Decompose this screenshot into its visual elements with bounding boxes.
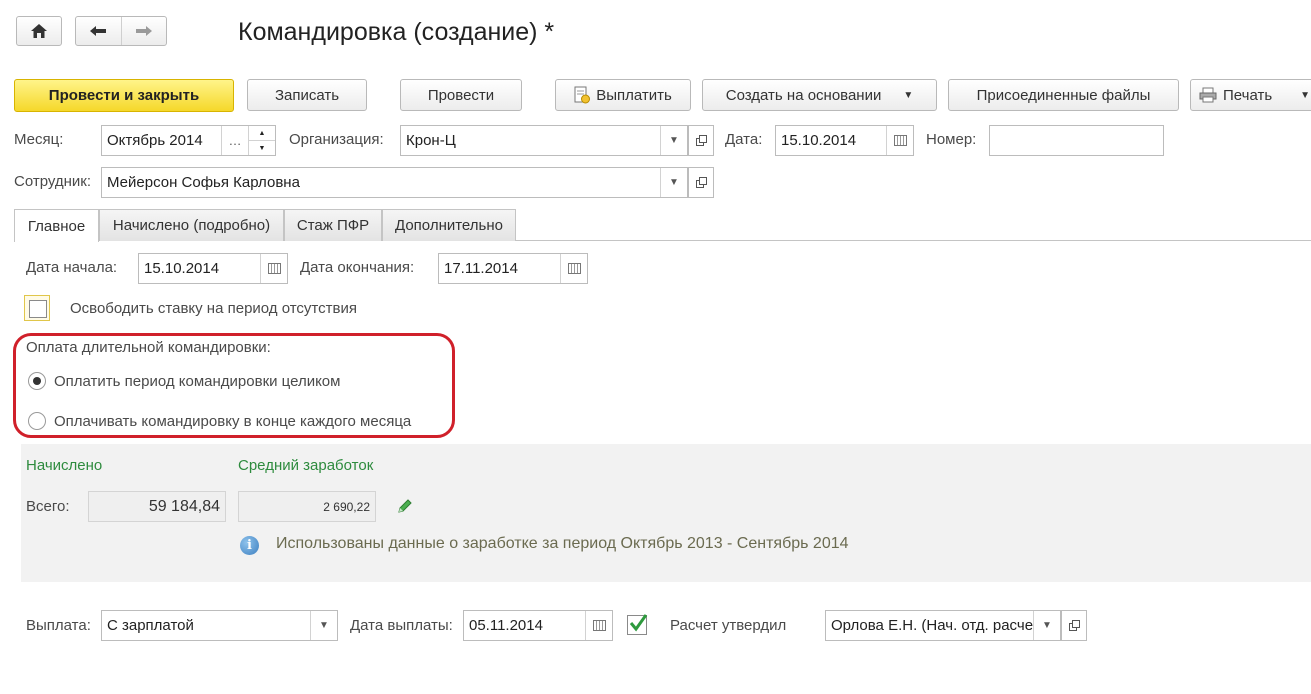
- checkbox-box: [29, 300, 47, 318]
- page-title: Командировка (создание) *: [238, 18, 555, 46]
- post-and-close-button[interactable]: Провести и закрыть: [14, 79, 234, 112]
- number-field[interactable]: [989, 125, 1164, 156]
- payment-group-label: Оплата длительной командировки:: [26, 339, 271, 356]
- create-based-on-label: Создать на основании: [725, 86, 882, 104]
- print-button[interactable]: Печать ▼: [1190, 79, 1311, 111]
- approved-checkbox[interactable]: [627, 614, 648, 635]
- employee-value: Мейерсон Софья Карловна: [107, 174, 300, 191]
- radio-pay-whole-period[interactable]: [28, 372, 46, 390]
- pay-date-value: 05.11.2014: [469, 617, 543, 634]
- dropdown-arrow-icon: ▼: [1300, 89, 1311, 101]
- dropdown-arrow-icon[interactable]: ▼: [660, 126, 687, 155]
- print-button-label: Печать: [1223, 86, 1273, 104]
- open-form-icon: [695, 177, 707, 188]
- average-earnings-field: 2 690,22: [238, 491, 376, 522]
- stepper-up-icon[interactable]: ▲: [249, 126, 275, 141]
- employee-field[interactable]: Мейерсон Софья Карловна ▼: [101, 167, 688, 198]
- organization-open-button[interactable]: [688, 125, 714, 156]
- dropdown-arrow-icon[interactable]: ▼: [660, 168, 687, 197]
- month-select-button[interactable]: …: [221, 126, 248, 155]
- start-date-field[interactable]: 15.10.2014: [138, 253, 288, 284]
- dropdown-arrow-icon: ▼: [903, 89, 914, 101]
- accrued-title: Начислено: [26, 457, 103, 474]
- dropdown-arrow-icon[interactable]: ▼: [310, 611, 337, 640]
- edit-pencil-icon[interactable]: [397, 498, 415, 516]
- history-nav: [75, 16, 167, 46]
- end-date-field[interactable]: 17.11.2014: [438, 253, 588, 284]
- tab-pfr-experience[interactable]: Стаж ПФР: [284, 209, 382, 241]
- attached-files-button[interactable]: Присоединенные файлы: [948, 79, 1179, 111]
- month-label: Месяц:: [14, 131, 64, 148]
- checkmark-icon: [629, 614, 648, 632]
- approver-open-button[interactable]: [1061, 610, 1087, 641]
- radio-pay-monthly[interactable]: [28, 412, 46, 430]
- open-form-icon: [695, 135, 707, 146]
- pay-whole-period-label[interactable]: Оплатить период командировки целиком: [54, 373, 340, 390]
- employee-open-button[interactable]: [688, 167, 714, 198]
- payment-field[interactable]: С зарплатой ▼: [101, 610, 338, 641]
- pay-button[interactable]: Выплатить: [555, 79, 691, 111]
- approver-value: Орлова Е.Н. (Нач. отд. расче: [831, 617, 1033, 634]
- back-button[interactable]: [76, 17, 122, 45]
- total-label: Всего:: [26, 498, 70, 515]
- average-earnings-title[interactable]: Средний заработок: [238, 457, 373, 474]
- start-date-value: 15.10.2014: [144, 260, 220, 277]
- average-earnings-value: 2 690,22: [323, 499, 370, 514]
- document-pay-icon: [574, 86, 591, 104]
- post-button[interactable]: Провести: [400, 79, 522, 111]
- tab-main-underline: [15, 240, 98, 241]
- start-date-label: Дата начала:: [26, 259, 118, 276]
- payment-value: С зарплатой: [107, 617, 194, 634]
- dropdown-arrow-icon[interactable]: ▼: [1033, 611, 1060, 640]
- month-field[interactable]: Октябрь 2014 … ▲ ▼: [101, 125, 276, 156]
- pay-monthly-label[interactable]: Оплачивать командировку в конце каждого …: [54, 413, 411, 430]
- home-button[interactable]: [16, 16, 62, 46]
- employee-label: Сотрудник:: [14, 173, 92, 190]
- tab-main[interactable]: Главное: [14, 209, 99, 242]
- forward-button[interactable]: [122, 17, 166, 45]
- total-value-field: 59 184,84: [88, 491, 226, 522]
- calendar-button[interactable]: [585, 611, 612, 640]
- pay-date-field[interactable]: 05.11.2014: [463, 610, 613, 641]
- date-label: Дата:: [725, 131, 763, 148]
- info-icon: i: [240, 536, 259, 555]
- approver-field[interactable]: Орлова Е.Н. (Нач. отд. расче ▼: [825, 610, 1061, 641]
- pay-button-label: Выплатить: [596, 86, 672, 104]
- arrow-right-icon: [135, 26, 152, 36]
- calendar-button[interactable]: [886, 126, 913, 155]
- end-date-value: 17.11.2014: [444, 260, 518, 277]
- number-label: Номер:: [926, 131, 977, 148]
- calendar-icon: [592, 620, 606, 631]
- date-value: 15.10.2014: [781, 132, 857, 149]
- total-value: 59 184,84: [148, 497, 220, 515]
- tab-additional[interactable]: Дополнительно: [382, 209, 516, 241]
- organization-label: Организация:: [289, 131, 384, 148]
- calendar-icon: [267, 263, 281, 274]
- tab-accrued-detail[interactable]: Начислено (подробно): [99, 209, 284, 241]
- calendar-icon: [567, 263, 581, 274]
- organization-field[interactable]: Крон-Ц ▼: [400, 125, 688, 156]
- create-based-on-button[interactable]: Создать на основании ▼: [702, 79, 937, 111]
- month-value: Октябрь 2014: [107, 132, 203, 149]
- calendar-button[interactable]: [560, 254, 587, 283]
- stepper-down-icon[interactable]: ▼: [249, 141, 275, 155]
- month-stepper[interactable]: ▲ ▼: [248, 126, 275, 155]
- calendar-button[interactable]: [260, 254, 287, 283]
- save-button[interactable]: Записать: [247, 79, 367, 111]
- approved-label: Расчет утвердил: [670, 617, 787, 634]
- organization-value: Крон-Ц: [406, 132, 456, 149]
- calendar-icon: [893, 135, 907, 146]
- pay-date-label: Дата выплаты:: [350, 617, 453, 634]
- home-icon: [31, 24, 47, 38]
- free-rate-checkbox[interactable]: [24, 295, 50, 321]
- printer-icon: [1199, 87, 1217, 103]
- info-text: Использованы данные о заработке за перио…: [276, 535, 849, 552]
- free-rate-label: Освободить ставку на период отсутствия: [70, 300, 357, 317]
- payment-label: Выплата:: [26, 617, 91, 634]
- date-field[interactable]: 15.10.2014: [775, 125, 914, 156]
- open-form-icon: [1068, 620, 1080, 631]
- end-date-label: Дата окончания:: [300, 259, 415, 276]
- arrow-left-icon: [90, 26, 107, 36]
